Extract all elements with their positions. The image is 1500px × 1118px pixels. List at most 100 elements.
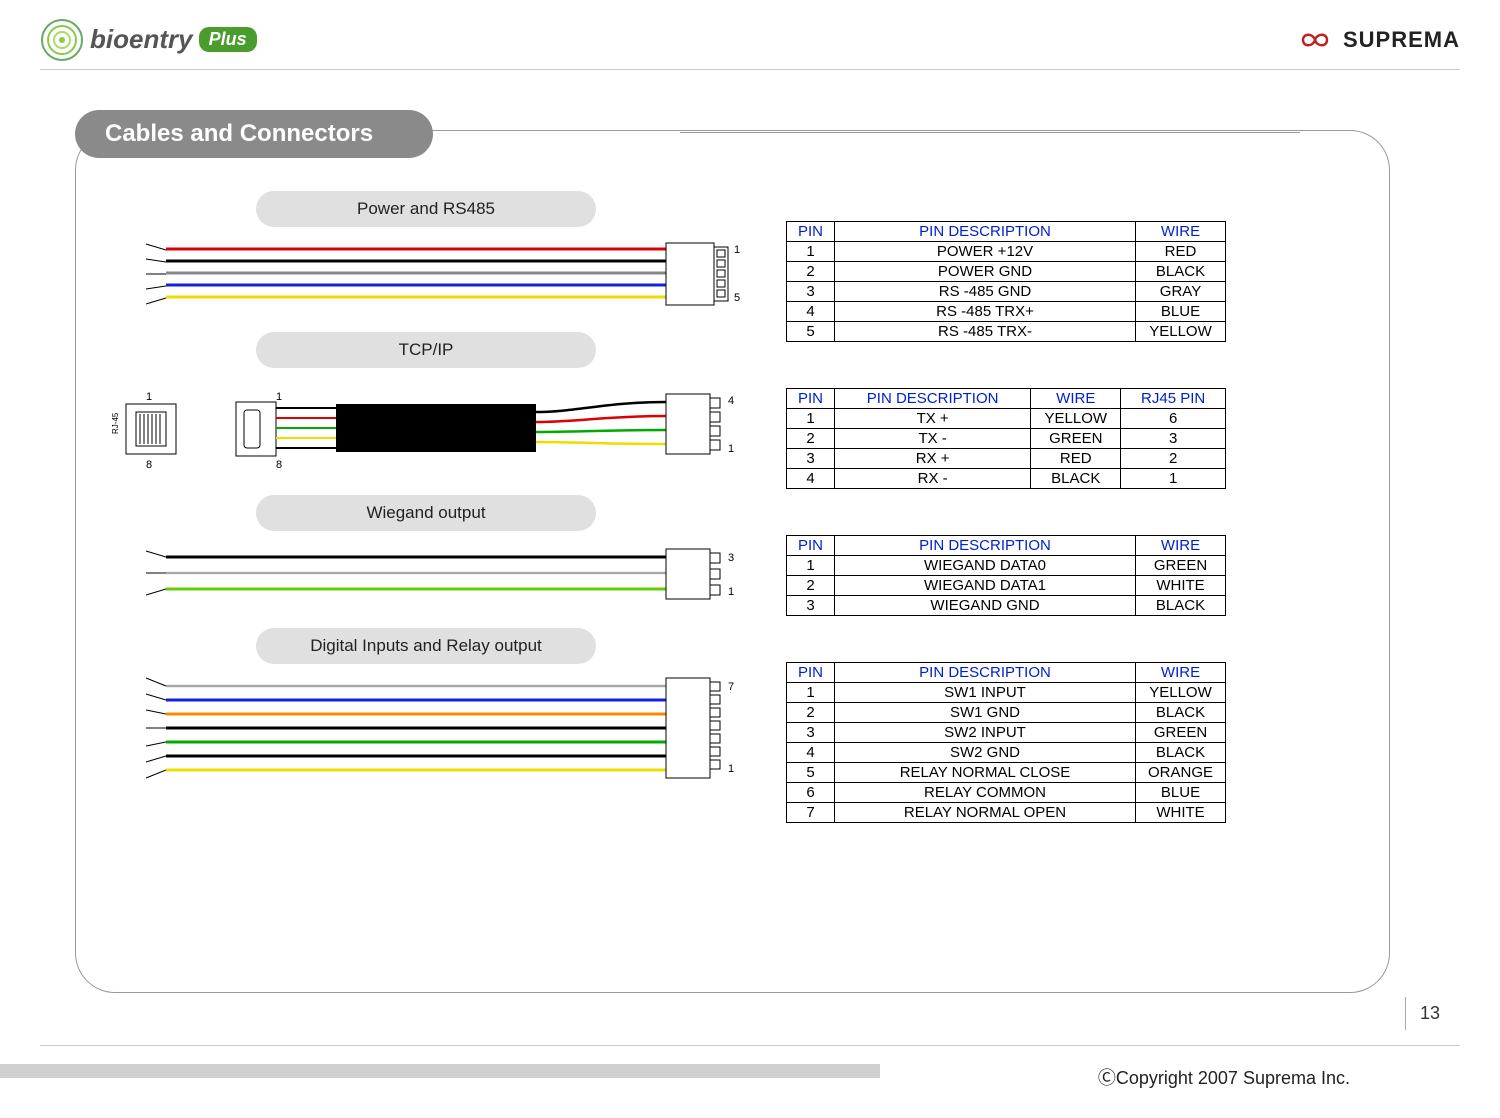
cell-pin: 2 xyxy=(787,262,835,282)
cell-rj: 2 xyxy=(1121,449,1226,469)
footer-rule xyxy=(40,1045,1460,1046)
cell-wire: GREEN xyxy=(1031,429,1121,449)
wiegand-rows: 1WIEGAND DATA0GREEN2WIEGAND DATA1WHITE3W… xyxy=(787,556,1226,616)
cell-desc: SW1 GND xyxy=(835,703,1136,723)
cell-pin: 3 xyxy=(787,282,835,302)
brand-text: bioentry xyxy=(90,24,193,55)
cell-pin: 2 xyxy=(787,703,835,723)
cell-desc: SW2 INPUT xyxy=(835,723,1136,743)
cell-wire: BLACK xyxy=(1136,596,1226,616)
copyright-text: ⒸCopyright 2007 Suprema Inc. xyxy=(1098,1064,1350,1090)
th-desc: PIN DESCRIPTION xyxy=(835,536,1136,556)
cell-wire: GRAY xyxy=(1136,282,1226,302)
cell-desc: POWER GND xyxy=(835,262,1136,282)
content-panel: Power and RS485 xyxy=(75,130,1390,993)
table-row: 1TX +YELLOW6 xyxy=(787,409,1226,429)
cell-pin: 1 xyxy=(787,409,835,429)
table-row: 2TX -GREEN3 xyxy=(787,429,1226,449)
th-pin: PIN xyxy=(787,222,835,242)
wiegand-table: PIN PIN DESCRIPTION WIRE 1WIEGAND DATA0G… xyxy=(786,535,1226,616)
infinity-icon xyxy=(1295,28,1335,52)
th-wire: WIRE xyxy=(1136,663,1226,683)
cell-pin: 7 xyxy=(787,803,835,823)
tcpip-cable-diagram: RJ-45 1 8 1 8 xyxy=(106,376,746,476)
power-rows: 1POWER +12VRED2POWER GNDBLACK3RS -485 GN… xyxy=(787,242,1226,342)
digital-cable-block: Digital Inputs and Relay output xyxy=(106,628,746,797)
cell-desc: RELAY COMMON xyxy=(835,783,1136,803)
rj45-label: RJ-45 xyxy=(111,412,120,434)
cell-wire: ORANGE xyxy=(1136,763,1226,783)
th-pin: PIN xyxy=(787,663,835,683)
table-row: 3SW2 INPUTGREEN xyxy=(787,723,1226,743)
cell-desc: RX + xyxy=(835,449,1031,469)
table-row: 3RS -485 GNDGRAY xyxy=(787,282,1226,302)
cell-rj: 6 xyxy=(1121,409,1226,429)
cell-wire: YELLOW xyxy=(1031,409,1121,429)
brand-badge: Plus xyxy=(199,27,257,52)
cell-desc: RS -485 TRX- xyxy=(835,322,1136,342)
page-number: 13 xyxy=(1405,997,1440,1030)
cell-desc: WIEGAND GND xyxy=(835,596,1136,616)
cell-pin: 3 xyxy=(787,596,835,616)
cell-desc: TX + xyxy=(835,409,1031,429)
cell-desc: WIEGAND DATA1 xyxy=(835,576,1136,596)
company-text: SUPREMA xyxy=(1343,27,1460,53)
table-row: 4SW2 GNDBLACK xyxy=(787,743,1226,763)
cell-pin: 4 xyxy=(787,469,835,489)
cell-desc: RELAY NORMAL CLOSE xyxy=(835,763,1136,783)
page-header: bioentry Plus SUPREMA xyxy=(40,10,1460,70)
th-desc: PIN DESCRIPTION xyxy=(835,222,1136,242)
power-label: Power and RS485 xyxy=(256,191,596,227)
cell-pin: 2 xyxy=(787,576,835,596)
cell-wire: BLUE xyxy=(1136,302,1226,322)
power-cable-diagram: 1 5 xyxy=(106,235,746,313)
pin-num: 3 xyxy=(728,552,734,564)
cell-wire: BLACK xyxy=(1136,703,1226,723)
cell-pin: 3 xyxy=(787,723,835,743)
tcpip-cable-block: TCP/IP RJ-45 1 8 1 8 xyxy=(106,332,746,481)
cell-pin: 6 xyxy=(787,783,835,803)
pin-num: 8 xyxy=(276,459,282,471)
pin-num: 1 xyxy=(728,763,734,775)
digital-rows: 1SW1 INPUTYELLOW2SW1 GNDBLACK3SW2 INPUTG… xyxy=(787,683,1226,823)
table-row: 1SW1 INPUTYELLOW xyxy=(787,683,1226,703)
pin-num: 1 xyxy=(728,443,734,455)
cell-wire: BLACK xyxy=(1031,469,1121,489)
pin-num: 1 xyxy=(276,391,282,403)
th-rj: RJ45 PIN xyxy=(1121,389,1226,409)
pin-num: 1 xyxy=(728,586,734,598)
table-row: 5RS -485 TRX-YELLOW xyxy=(787,322,1226,342)
section-title: Cables and Connectors xyxy=(75,110,433,158)
cell-pin: 1 xyxy=(787,683,835,703)
table-row: 3RX +RED2 xyxy=(787,449,1226,469)
cell-desc: RELAY NORMAL OPEN xyxy=(835,803,1136,823)
fingerprint-swirl-icon xyxy=(40,18,84,62)
th-desc: PIN DESCRIPTION xyxy=(835,389,1031,409)
cell-pin: 4 xyxy=(787,743,835,763)
power-cable-block: Power and RS485 xyxy=(106,191,746,318)
digital-cable-diagram: 7 1 xyxy=(106,672,746,792)
th-wire: WIRE xyxy=(1031,389,1121,409)
cell-wire: BLACK xyxy=(1136,743,1226,763)
diagrams-column: Power and RS485 xyxy=(106,191,746,962)
cell-wire: GREEN xyxy=(1136,556,1226,576)
cell-pin: 2 xyxy=(787,429,835,449)
cell-rj: 3 xyxy=(1121,429,1226,449)
bioentry-logo: bioentry Plus xyxy=(40,18,257,62)
wiegand-label: Wiegand output xyxy=(256,495,596,531)
cell-wire: WHITE xyxy=(1136,803,1226,823)
pin-num: 8 xyxy=(146,459,152,471)
wiegand-cable-diagram: 3 1 xyxy=(106,539,746,609)
cell-pin: 5 xyxy=(787,322,835,342)
cell-wire: GREEN xyxy=(1136,723,1226,743)
footer-bar xyxy=(0,1064,880,1078)
tcpip-label: TCP/IP xyxy=(256,332,596,368)
wiegand-cable-block: Wiegand output 3 1 xyxy=(106,495,746,614)
table-row: 3WIEGAND GNDBLACK xyxy=(787,596,1226,616)
cell-wire: BLUE xyxy=(1136,783,1226,803)
cell-pin: 4 xyxy=(787,302,835,322)
cell-pin: 1 xyxy=(787,556,835,576)
cell-desc: TX - xyxy=(835,429,1031,449)
table-row: 6RELAY COMMONBLUE xyxy=(787,783,1226,803)
cell-wire: RED xyxy=(1136,242,1226,262)
